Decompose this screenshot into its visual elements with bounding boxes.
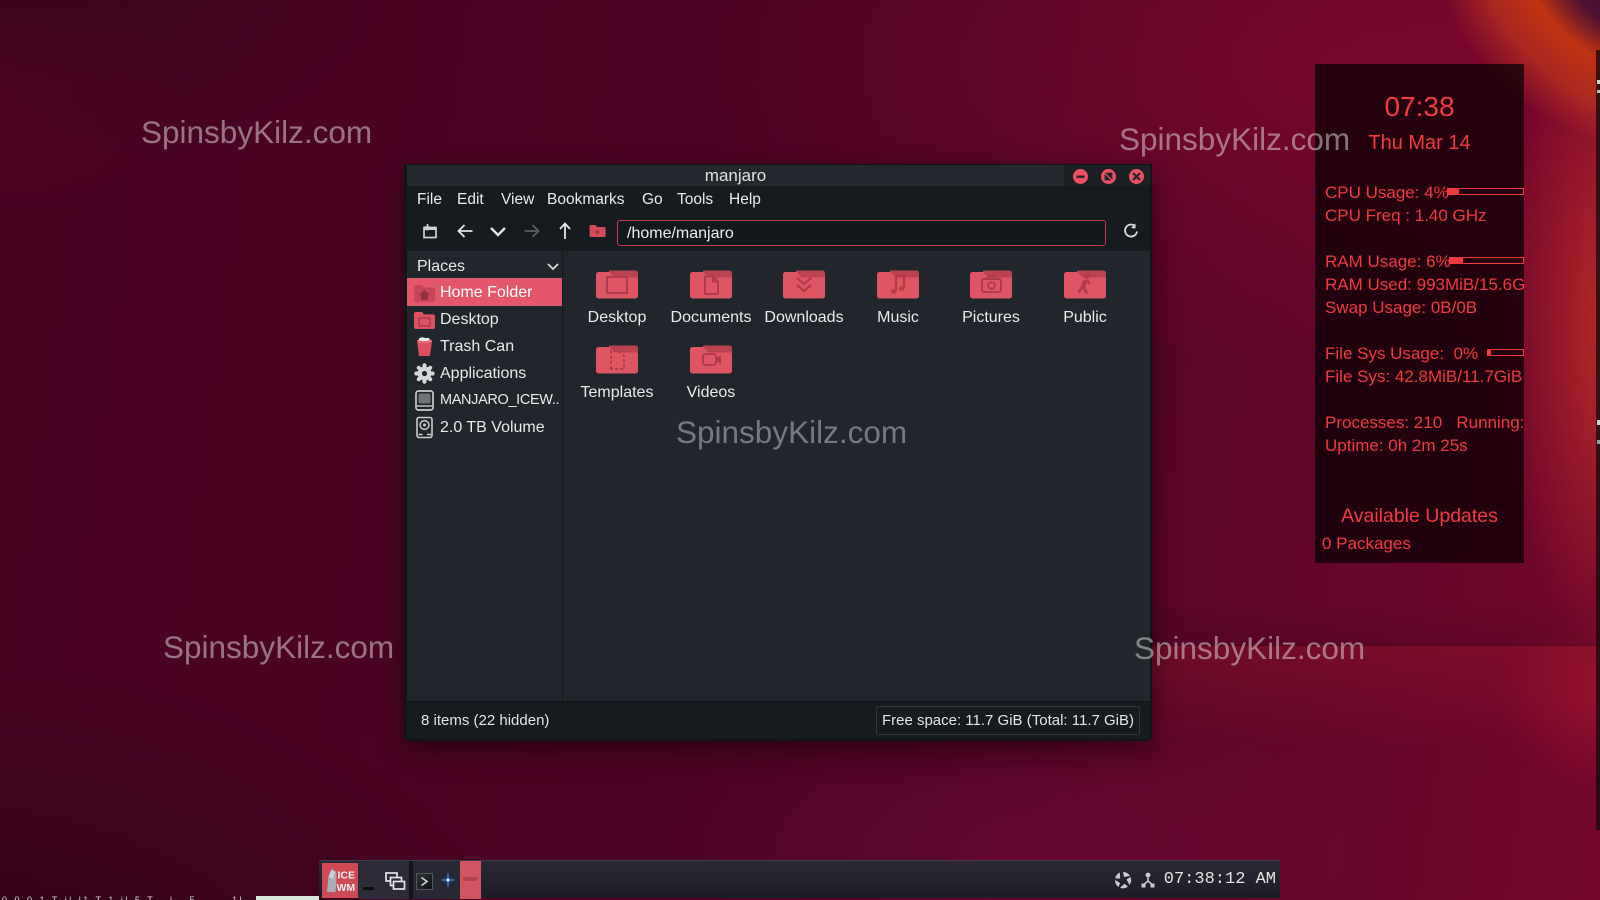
- svg-text:ICE: ICE: [338, 870, 356, 882]
- svg-text:WM: WM: [337, 882, 356, 894]
